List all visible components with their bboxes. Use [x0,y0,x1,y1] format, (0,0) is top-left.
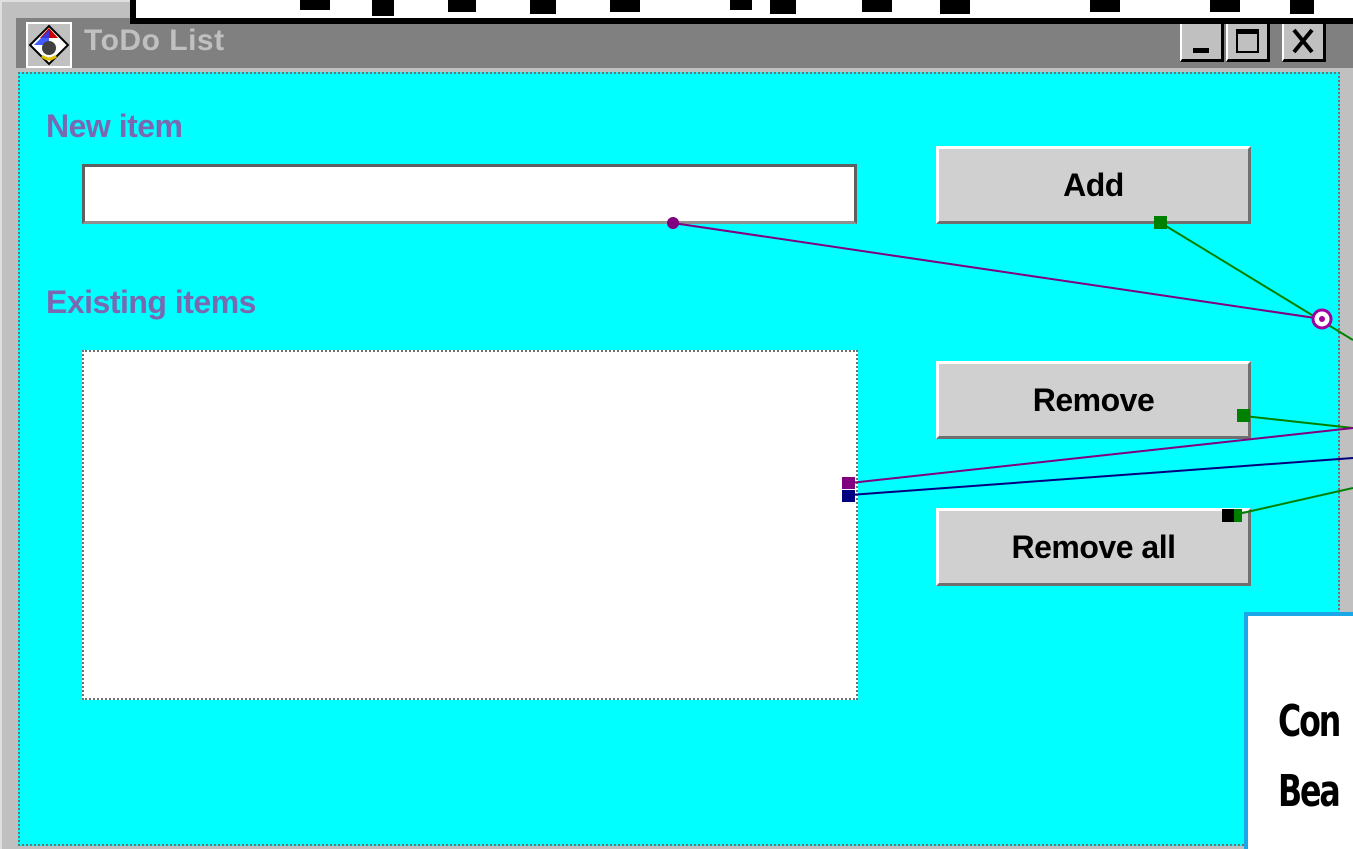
banner-glyph [300,0,330,10]
banner-glyph [448,0,476,12]
new-item-field[interactable] [82,164,857,224]
banner-glyph [1210,0,1240,12]
callout-line-2: Bea [1278,766,1341,817]
existing-items-label: Existing items [46,284,256,320]
desktop-screen: ToDo List New item Add Existing items Re… [0,0,1353,849]
banner-glyph [862,0,892,12]
banner-glyph [372,0,394,16]
banner-glyph [530,0,556,14]
callout-box: Con Bea [1244,612,1353,849]
remove-all-button[interactable]: Remove all [936,508,1251,586]
banner-glyph [1090,0,1120,12]
banner-glyph [730,0,752,10]
callout-line-1: Con [1278,696,1341,747]
new-item-label: New item [46,108,183,144]
banner-glyph [940,0,970,14]
banner-partial-glyphs [300,0,1314,16]
banner-glyph [770,0,796,14]
banner-glyph [610,0,640,12]
remove-button[interactable]: Remove [936,361,1251,439]
existing-items-list[interactable] [82,350,858,700]
banner-glyph [1290,0,1314,14]
add-button[interactable]: Add [936,146,1251,224]
